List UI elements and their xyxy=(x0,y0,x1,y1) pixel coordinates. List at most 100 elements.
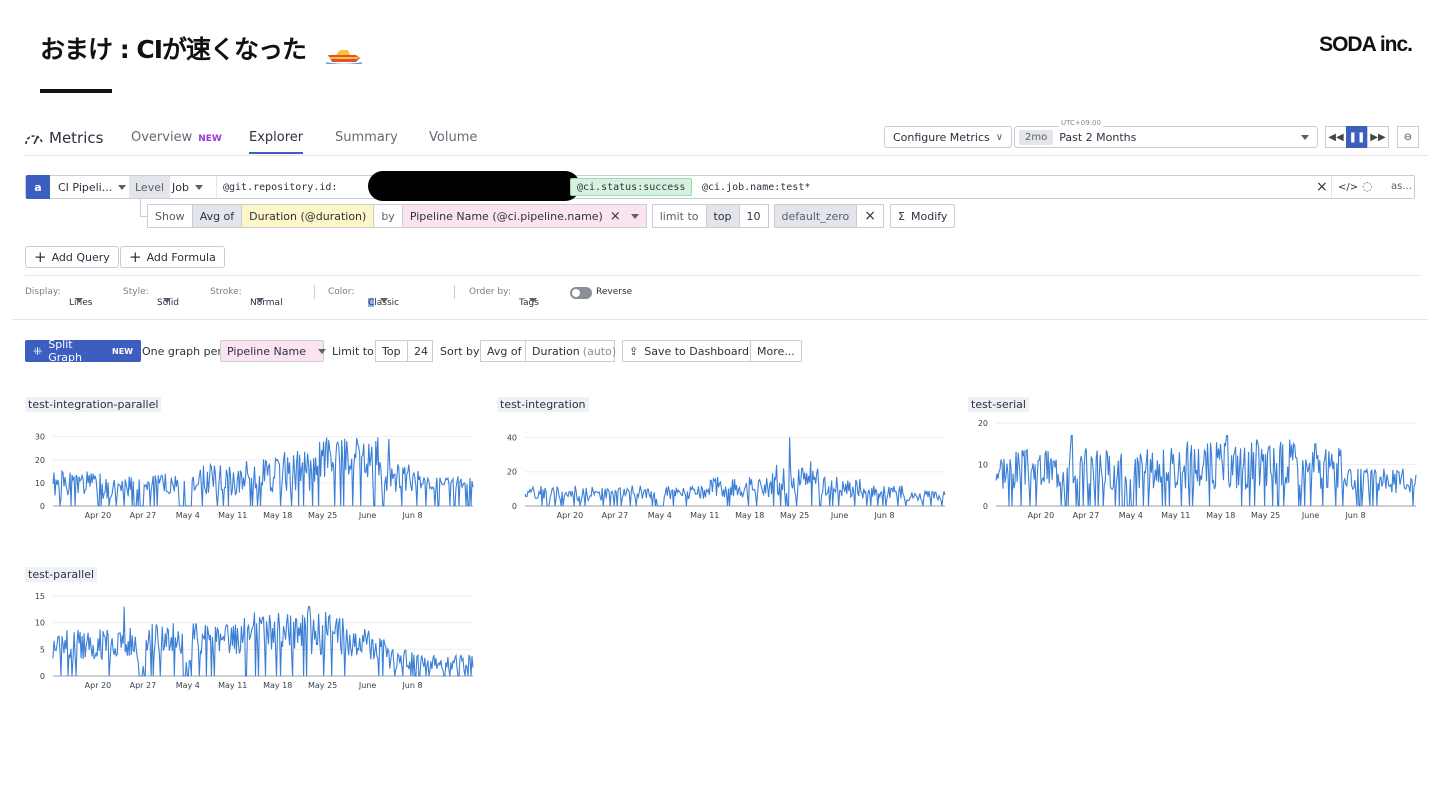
code-icon[interactable]: </> xyxy=(1331,176,1364,198)
add-formula-label: Add Formula xyxy=(146,250,216,264)
split-limit-label: Limit to xyxy=(332,345,374,358)
save-to-dashboard-button[interactable]: ⇪ Save to Dashboard xyxy=(622,340,751,362)
new-badge: NEW xyxy=(198,134,222,144)
zoom-out-icon[interactable]: ⊖ xyxy=(1397,126,1419,148)
x-tick-label: Apr 27 xyxy=(602,511,629,520)
product-name: Metrics xyxy=(49,129,104,147)
limit-label: limit to xyxy=(651,204,707,228)
y-tick-label: 20 xyxy=(978,419,988,428)
caret-down-icon xyxy=(75,298,83,303)
upload-icon: ⇪ xyxy=(629,344,639,358)
slide-title: おまけ : CIが速くなった xyxy=(40,35,307,64)
split-by-value: Pipeline Name xyxy=(227,344,306,358)
graph-title: test-integration xyxy=(497,397,589,412)
caret-down-icon xyxy=(529,298,537,303)
y-tick-label: 0 xyxy=(40,502,45,511)
aggregation-row: Show Avg of Duration (@duration) by Pipe… xyxy=(147,204,956,228)
save-label: Save to Dashboard xyxy=(644,344,749,358)
configure-metrics-button[interactable]: Configure Metrics ∨ xyxy=(884,126,1013,148)
x-tick-label: May 18 xyxy=(1206,511,1235,520)
modify-button[interactable]: Σ Modify xyxy=(890,204,956,228)
y-tick-label: 20 xyxy=(507,468,517,477)
remove-icon[interactable]: × xyxy=(610,209,621,224)
palette-icon[interactable]: ◌ xyxy=(1362,179,1372,193)
more-button[interactable]: More... xyxy=(750,340,802,362)
sort-aggregation[interactable]: Avg of xyxy=(480,340,526,362)
caret-down-icon xyxy=(1301,135,1309,140)
color-label: Color: xyxy=(328,287,355,297)
caret-down-icon xyxy=(318,348,326,354)
rewind-icon[interactable]: ◀◀ xyxy=(1325,126,1347,148)
limit-count[interactable]: 10 xyxy=(738,204,769,228)
alias-field[interactable]: as... xyxy=(1391,181,1412,192)
title-underline xyxy=(40,89,112,93)
series-line xyxy=(52,437,474,507)
split-limit-direction[interactable]: Top xyxy=(375,340,408,362)
x-tick-label: May 25 xyxy=(780,511,809,520)
split-limit-count[interactable]: 24 xyxy=(407,340,433,362)
level-select[interactable]: Job xyxy=(166,176,216,198)
group-by-label: Pipeline Name (@ci.pipeline.name) xyxy=(409,209,603,223)
y-tick-label: 10 xyxy=(35,479,45,488)
tab-volume[interactable]: Volume xyxy=(429,130,477,152)
plus-icon: + xyxy=(129,248,142,266)
aggregation-select[interactable]: Avg of xyxy=(191,204,243,228)
timezone-label: UTC+09:00 xyxy=(1059,119,1103,127)
new-badge: NEW xyxy=(112,346,133,356)
show-label: Show xyxy=(147,204,193,228)
y-tick-label: 20 xyxy=(35,456,45,465)
sort-measure[interactable]: Duration (auto) xyxy=(525,340,616,362)
add-formula-button[interactable]: + Add Formula xyxy=(120,246,225,268)
sort-by-label: Sort by xyxy=(440,345,480,358)
split-by-select[interactable]: Pipeline Name xyxy=(220,340,326,362)
limit-direction[interactable]: top xyxy=(705,204,740,228)
filter-status[interactable]: @ci.status:success xyxy=(570,178,693,196)
x-tick-label: May 18 xyxy=(735,511,764,520)
query-row: a CI Pipeli... Level Job @git.repository… xyxy=(25,171,1415,201)
x-tick-label: Jun 8 xyxy=(401,511,422,520)
fill-select[interactable]: default_zero xyxy=(773,204,858,228)
add-query-button[interactable]: + Add Query xyxy=(25,246,119,268)
y-tick-label: 10 xyxy=(978,461,988,470)
fast-forward-icon[interactable]: ▶▶ xyxy=(1367,126,1389,148)
chevron-down-icon: ∨ xyxy=(995,131,1004,143)
x-tick-label: May 11 xyxy=(690,511,719,520)
group-by-select[interactable]: Pipeline Name (@ci.pipeline.name) × xyxy=(401,204,647,228)
tab-overview[interactable]: Overview NEW xyxy=(131,130,222,152)
filter-job-name[interactable]: @ci.job.name:test* xyxy=(696,176,816,198)
x-tick-label: June xyxy=(830,511,849,520)
split-graph-button[interactable]: ⁜ Split Graph NEW xyxy=(25,338,141,364)
x-tick-label: Apr 20 xyxy=(1028,511,1055,520)
chart-test-serial: 0 10 20 Apr 20 Apr 27 May 4 May 11 May 18 May 25… xyxy=(978,419,1417,520)
level-value: Job xyxy=(172,180,189,194)
query-letter[interactable]: a xyxy=(26,175,50,199)
style-label: Style: xyxy=(123,287,149,297)
caret-down-icon xyxy=(256,298,264,303)
source-label: CI Pipeli... xyxy=(58,180,113,194)
pause-icon[interactable]: ❚❚ xyxy=(1346,126,1368,148)
reverse-toggle[interactable] xyxy=(570,287,592,299)
stroke-value: Normal xyxy=(250,298,283,308)
order-label: Order by: xyxy=(469,287,511,297)
x-tick-label: Jun 8 xyxy=(1344,511,1365,520)
filter-repository[interactable]: @git.repository.id: xyxy=(216,176,343,198)
divider xyxy=(314,285,315,299)
sigma-icon: Σ xyxy=(898,209,905,223)
tab-explorer[interactable]: Explorer xyxy=(249,130,304,154)
remove-fill-icon[interactable]: × xyxy=(856,204,885,228)
x-tick-label: Apr 27 xyxy=(130,681,157,690)
x-tick-label: May 11 xyxy=(1161,511,1190,520)
split-icon: ⁜ xyxy=(33,344,43,358)
measure-select[interactable]: Duration (@duration) xyxy=(241,204,375,228)
time-range-picker[interactable]: UTC+09:00 2mo Past 2 Months xyxy=(1014,119,1318,148)
chart-test-parallel: 0 5 10 15 Apr 20 Apr 27 May 4 May 11 May 18 May 2… xyxy=(35,592,474,690)
caret-down-icon xyxy=(194,184,203,190)
x-tick-label: May 4 xyxy=(648,511,672,520)
x-tick-label: Apr 27 xyxy=(1073,511,1100,520)
y-tick-label: 5 xyxy=(40,645,45,654)
x-tick-label: Apr 27 xyxy=(130,511,157,520)
series-line xyxy=(995,434,1417,507)
x-tick-label: May 4 xyxy=(176,681,200,690)
tab-summary[interactable]: Summary xyxy=(335,130,398,152)
y-tick-label: 40 xyxy=(507,433,517,442)
